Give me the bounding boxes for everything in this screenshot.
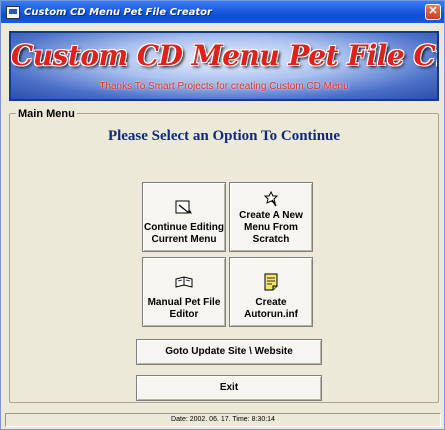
note-icon bbox=[264, 273, 278, 291]
book-icon bbox=[175, 276, 193, 288]
status-bar: Date: 2002. 06. 17. Time: 8:30:14 bbox=[5, 413, 441, 427]
wand-icon bbox=[263, 190, 279, 207]
main-menu-label: Main Menu bbox=[16, 108, 77, 120]
edit-icon bbox=[175, 200, 192, 214]
create-autorun-button[interactable]: Create Autorun.inf bbox=[229, 257, 313, 327]
exit-button[interactable]: Exit bbox=[136, 375, 322, 401]
exit-label: Exit bbox=[219, 382, 239, 393]
status-datetime: Date: 2002. 06. 17. Time: 8:30:14 bbox=[171, 416, 275, 423]
continue-editing-label: Continue Editing Current Menu bbox=[144, 222, 224, 245]
manual-editor-label: Manual Pet File Editor bbox=[147, 297, 221, 320]
goto-update-site-button[interactable]: Goto Update Site \ Website bbox=[136, 339, 322, 365]
close-button[interactable]: ✕ bbox=[425, 4, 441, 20]
continue-editing-button[interactable]: Continue Editing Current Menu bbox=[142, 182, 226, 252]
goto-update-site-label: Goto Update Site \ Website bbox=[165, 346, 293, 357]
app-window: Custom CD Menu Pet File Creator ✕ Custom… bbox=[0, 0, 445, 430]
title-bar[interactable]: Custom CD Menu Pet File Creator ✕ bbox=[1, 1, 444, 23]
create-autorun-label: Create Autorun.inf bbox=[244, 297, 298, 320]
window-title: Custom CD Menu Pet File Creator bbox=[24, 6, 212, 18]
manual-editor-button[interactable]: Manual Pet File Editor bbox=[142, 257, 226, 327]
create-new-menu-label: Create A New Menu From Scratch bbox=[239, 210, 303, 245]
select-option-prompt: Please Select an Option To Continue bbox=[107, 128, 341, 144]
create-new-menu-button[interactable]: Create A New Menu From Scratch bbox=[229, 182, 313, 252]
app-icon bbox=[6, 5, 20, 19]
banner-title: Custom CD Menu Pet File Creator bbox=[11, 39, 437, 72]
banner-subtitle: Thanks To Smart Projects for creating Cu… bbox=[99, 81, 349, 92]
banner-image: Custom CD Menu Pet File Creator Thanks T… bbox=[9, 31, 439, 101]
close-icon: ✕ bbox=[428, 5, 438, 17]
